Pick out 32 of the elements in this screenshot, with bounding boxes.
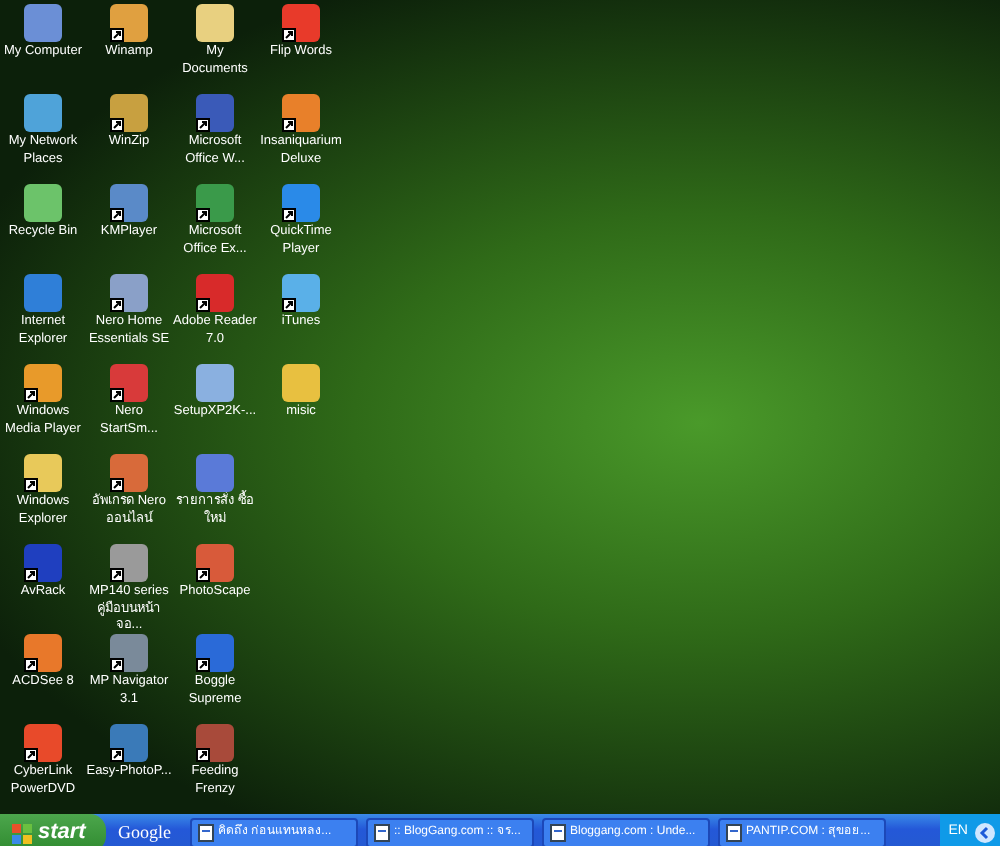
toolbar-label[interactable]: Google: [118, 819, 182, 846]
program-icon[interactable]: [196, 94, 234, 132]
windows-logo-icon: [12, 823, 32, 843]
document-icon: [374, 824, 390, 842]
program-icon[interactable]: [196, 634, 234, 672]
program-icon[interactable]: [282, 94, 320, 132]
start-button[interactable]: start: [0, 814, 106, 846]
program-icon[interactable]: [196, 184, 234, 222]
document-icon: [198, 824, 214, 842]
program-icon[interactable]: [110, 274, 148, 312]
program-icon[interactable]: [24, 724, 62, 762]
program-icon[interactable]: [110, 454, 148, 492]
program-icon[interactable]: [110, 94, 148, 132]
program-icon[interactable]: [110, 4, 148, 42]
document-icon: [550, 824, 566, 842]
document-icon: [726, 824, 742, 842]
program-icon[interactable]: [24, 454, 62, 492]
program-icon[interactable]: [24, 364, 62, 402]
program-icon[interactable]: [282, 4, 320, 42]
program-icon[interactable]: [196, 274, 234, 312]
program-icon[interactable]: [196, 544, 234, 582]
program-icon[interactable]: [282, 274, 320, 312]
program-icon[interactable]: [282, 184, 320, 222]
program-icon[interactable]: [110, 724, 148, 762]
program-icon[interactable]: [110, 544, 148, 582]
program-icon[interactable]: [110, 634, 148, 672]
program-icon[interactable]: [24, 634, 62, 672]
chevron-left-icon[interactable]: [974, 822, 996, 844]
program-icon[interactable]: [196, 724, 234, 762]
program-icon[interactable]: [24, 544, 62, 582]
program-icon[interactable]: [110, 364, 148, 402]
program-icon[interactable]: [110, 184, 148, 222]
